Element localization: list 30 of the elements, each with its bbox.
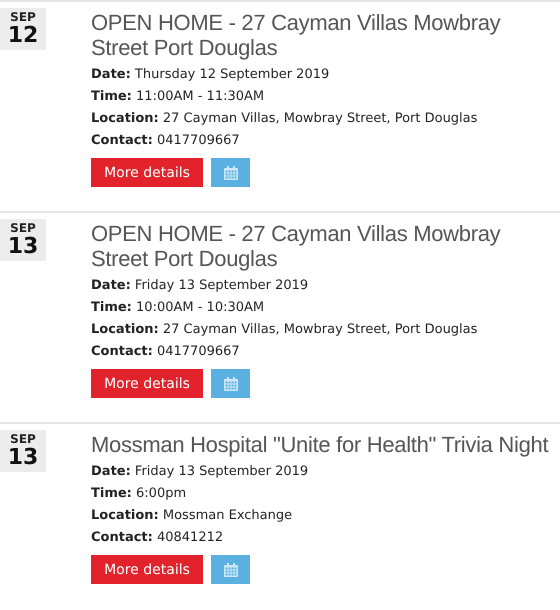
event-detail: Location: Mossman Exchange: [91, 507, 294, 525]
event-detail: Time: 6:00pm: [91, 485, 188, 503]
calendar-icon: [222, 376, 238, 392]
event-detail: Location: 27 Cayman Villas, Mowbray Street, Port Douglas: [91, 321, 478, 339]
calendar-button[interactable]: [211, 369, 250, 398]
month-label: SEP: [10, 221, 36, 235]
event-detail: Contact: 40841212: [91, 529, 224, 547]
event-detail: Date: Friday 13 September 2019: [91, 463, 310, 481]
event-detail: Date: Friday 13 September 2019: [91, 277, 310, 295]
more-details-button[interactable]: More details: [91, 555, 203, 584]
more-details-button[interactable]: More details: [91, 369, 203, 398]
calendar-icon: [222, 164, 238, 180]
event-title: OPEN HOME - 27 Cayman Villas Mowbray Street Port Douglas: [91, 10, 502, 60]
event-detail: Location: 27 Cayman Villas, Mowbray Street, Port Douglas: [91, 110, 478, 128]
event-detail: Date: Thursday 12 September 2019: [91, 66, 330, 84]
day-number: 13: [8, 235, 38, 259]
event-detail: Contact: 0417709667: [91, 132, 241, 150]
day-number: 12: [8, 24, 38, 48]
event-detail: Time: 11:00AM - 11:30AM: [91, 88, 266, 106]
calendar-button[interactable]: [211, 555, 250, 584]
more-details-button[interactable]: More details: [91, 158, 203, 187]
day-number: 13: [8, 446, 38, 470]
event-detail: Time: 10:00AM - 10:30AM: [91, 299, 266, 317]
calendar-icon: [222, 562, 238, 578]
month-label: SEP: [10, 432, 36, 446]
month-label: SEP: [10, 10, 36, 24]
event-detail: Contact: 0417709667: [91, 343, 241, 361]
calendar-button[interactable]: [211, 158, 250, 187]
event-title: OPEN HOME - 27 Cayman Villas Mowbray Street Port Douglas: [91, 221, 502, 271]
event-title: Mossman Hospital "Unite for Health" Trivia Night: [91, 432, 550, 457]
